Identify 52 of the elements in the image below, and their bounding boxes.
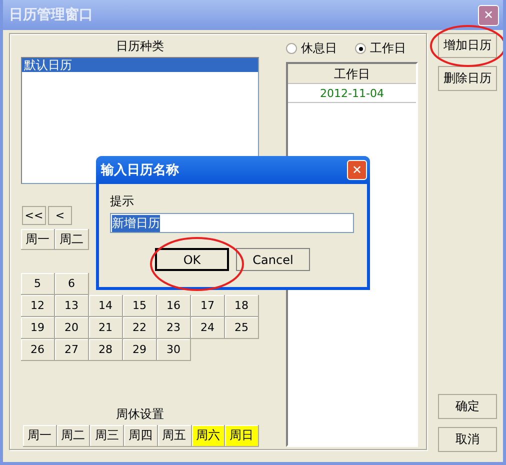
side-button[interactable]: 取消 <box>438 427 497 452</box>
weekday-toggle[interactable]: 周一 <box>23 425 57 447</box>
radio-label[interactable]: 工作日 <box>370 40 406 57</box>
date-cell[interactable]: 17 <box>191 295 225 317</box>
radio-label[interactable]: 休息日 <box>301 40 337 57</box>
calendar-types-label: 日历种类 <box>116 39 164 53</box>
table-cell: 2012-11-04 <box>288 84 416 103</box>
weekly-rest-label: 周休设置 <box>116 407 164 421</box>
date-cell[interactable]: 14 <box>89 295 123 317</box>
dialog-button[interactable]: OK <box>155 248 229 271</box>
side-button[interactable]: 增加日历 <box>438 33 497 58</box>
date-cell[interactable]: 21 <box>89 317 123 339</box>
window-title: 日历管理窗口 <box>9 6 93 24</box>
weekday-header-cell: 周一 <box>21 229 55 250</box>
dialog-title: 输入日历名称 <box>101 162 179 179</box>
date-cell[interactable]: 25 <box>225 317 259 339</box>
date-cell[interactable]: 30 <box>157 339 191 361</box>
name-input-field[interactable]: 新增日历 <box>110 213 354 233</box>
side-button[interactable]: 删除日历 <box>438 66 497 91</box>
date-cell[interactable]: 5 <box>21 273 55 295</box>
radio-button[interactable] <box>355 43 366 54</box>
close-button[interactable]: ✕ <box>347 160 367 180</box>
weekday-toggle[interactable]: 周六 <box>192 425 226 447</box>
side-button[interactable]: 确定 <box>438 394 497 419</box>
column-header: 工作日 <box>288 64 416 84</box>
prompt-label: 提示 <box>110 194 134 208</box>
weekday-toggle[interactable]: 周三 <box>90 425 124 447</box>
weekday-header-cell: 周二 <box>55 229 89 250</box>
date-cell[interactable]: 19 <box>21 317 55 339</box>
date-cell[interactable]: 23 <box>157 317 191 339</box>
weekday-toggle[interactable]: 周四 <box>124 425 158 447</box>
date-cell[interactable]: 28 <box>89 339 123 361</box>
calendar-list-item[interactable]: 默认日历 <box>22 58 258 72</box>
date-cell[interactable]: 6 <box>55 273 89 295</box>
weekday-toggle[interactable]: 周二 <box>56 425 90 447</box>
date-cell[interactable]: 13 <box>55 295 89 317</box>
date-cell[interactable]: 24 <box>191 317 225 339</box>
date-cell[interactable]: 15 <box>123 295 157 317</box>
date-cell[interactable]: 26 <box>21 339 55 361</box>
month-nav-button[interactable]: < <box>48 206 72 225</box>
date-cell[interactable]: 20 <box>55 317 89 339</box>
date-cell[interactable]: 22 <box>123 317 157 339</box>
weekday-toggle[interactable]: 周日 <box>225 425 260 447</box>
radio-button[interactable] <box>286 43 297 54</box>
weekday-toggle[interactable]: 周五 <box>158 425 192 447</box>
date-cell[interactable]: 12 <box>21 295 55 317</box>
date-cell[interactable]: 18 <box>225 295 259 317</box>
date-cell[interactable]: 27 <box>55 339 89 361</box>
month-nav-button[interactable]: << <box>22 206 46 225</box>
date-cell[interactable]: 16 <box>157 295 191 317</box>
date-cell[interactable]: 29 <box>123 339 157 361</box>
dialog-button[interactable]: Cancel <box>236 248 310 271</box>
